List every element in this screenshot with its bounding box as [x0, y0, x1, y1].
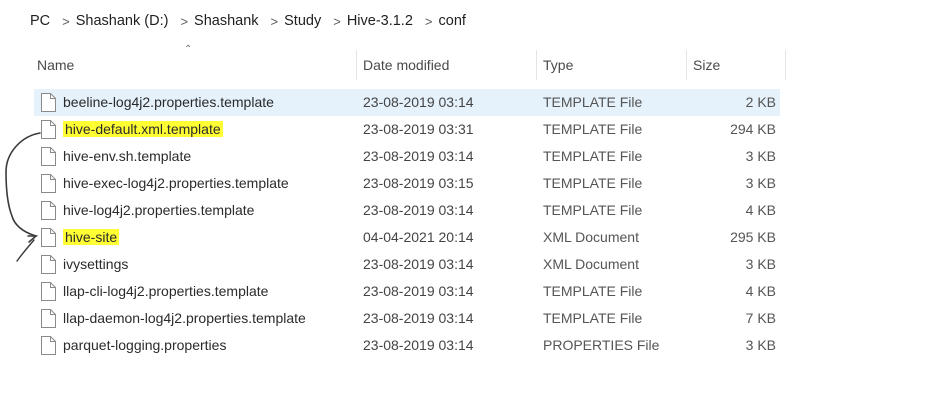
file-name[interactable]: hive-log4j2.properties.template: [63, 197, 254, 224]
file-size: 294 KB: [730, 121, 776, 137]
file-row[interactable]: hive-site 04-04-2021 20:14 XML Document 295…: [34, 224, 780, 251]
file-row[interactable]: beeline-log4j2.properties.template 23-08-…: [34, 89, 780, 116]
file-icon: [40, 228, 56, 247]
file-size: 3 KB: [745, 337, 776, 353]
file-name[interactable]: hive-env.sh.template: [63, 143, 191, 170]
file-name-text: parquet-logging.properties: [63, 337, 227, 353]
file-size: 4 KB: [745, 283, 776, 299]
file-row[interactable]: ivysettings 23-08-2019 03:14 XML Document 3…: [34, 251, 780, 278]
file-date: 23-08-2019 03:14: [363, 337, 474, 353]
column-divider[interactable]: [686, 50, 687, 80]
file-size: 3 KB: [745, 148, 776, 164]
file-date: 23-08-2019 03:14: [363, 94, 474, 110]
file-type: TEMPLATE File: [543, 202, 643, 218]
file-row[interactable]: llap-daemon-log4j2.properties.template 23…: [34, 305, 780, 332]
column-header-date[interactable]: Date modified: [363, 50, 533, 80]
breadcrumb-drive[interactable]: Shashank (D:): [76, 13, 169, 29]
file-row[interactable]: parquet-logging.properties 23-08-2019 03:…: [34, 332, 780, 359]
file-date: 23-08-2019 03:31: [363, 121, 474, 137]
highlighted-file-name: hive-default.xml.template: [63, 121, 223, 137]
file-row[interactable]: hive-log4j2.properties.template 23-08-201…: [34, 197, 780, 224]
file-icon: [40, 147, 56, 166]
file-name[interactable]: hive-exec-log4j2.properties.template: [63, 170, 289, 197]
file-name[interactable]: parquet-logging.properties: [63, 332, 226, 359]
file-size: 4 KB: [745, 202, 776, 218]
breadcrumb-folder[interactable]: Hive-3.1.2: [347, 13, 413, 29]
file-name-text: llap-daemon-log4j2.properties.template: [63, 310, 306, 326]
file-name-text: ivysettings: [63, 256, 129, 272]
breadcrumb-separator-icon[interactable]: >: [271, 14, 279, 29]
file-name[interactable]: hive-default.xml.template: [63, 116, 223, 143]
breadcrumb-separator-icon[interactable]: >: [333, 14, 341, 29]
file-name[interactable]: ivysettings: [63, 251, 128, 278]
breadcrumb-current[interactable]: conf: [439, 13, 466, 29]
column-header-type[interactable]: Type: [543, 50, 683, 80]
file-row[interactable]: hive-exec-log4j2.properties.template 23-0…: [34, 170, 780, 197]
file-type: XML Document: [543, 256, 639, 272]
file-date: 23-08-2019 03:15: [363, 175, 474, 191]
file-size: 7 KB: [745, 310, 776, 326]
column-header-row: Name Date modified Type Size: [30, 50, 786, 80]
file-row[interactable]: hive-env.sh.template 23-08-2019 03:14 TEMP…: [34, 143, 780, 170]
file-icon: [40, 174, 56, 193]
file-name-text: hive-log4j2.properties.template: [63, 202, 255, 218]
file-icon: [40, 336, 56, 355]
breadcrumb-separator-icon[interactable]: >: [62, 14, 70, 29]
file-icon: [40, 255, 56, 274]
file-type: PROPERTIES File: [543, 337, 660, 353]
file-name[interactable]: hive-site: [63, 224, 120, 251]
file-type: TEMPLATE File: [543, 310, 643, 326]
breadcrumb-folder[interactable]: Study: [284, 13, 321, 29]
file-date: 04-04-2021 20:14: [363, 229, 474, 245]
column-divider[interactable]: [785, 50, 786, 80]
file-type: TEMPLATE File: [543, 94, 643, 110]
file-date: 23-08-2019 03:14: [363, 283, 474, 299]
file-icon: [40, 120, 56, 139]
file-date: 23-08-2019 03:14: [363, 148, 474, 164]
file-type: TEMPLATE File: [543, 148, 643, 164]
column-divider[interactable]: [536, 50, 537, 80]
file-size: 2 KB: [745, 94, 776, 110]
file-name[interactable]: beeline-log4j2.properties.template: [63, 89, 274, 116]
file-name-text: hive-exec-log4j2.properties.template: [63, 175, 289, 191]
file-name-text: llap-cli-log4j2.properties.template: [63, 283, 269, 299]
file-date: 23-08-2019 03:14: [363, 256, 474, 272]
file-name[interactable]: llap-cli-log4j2.properties.template: [63, 278, 268, 305]
breadcrumb-separator-icon[interactable]: >: [425, 14, 433, 29]
file-row[interactable]: llap-cli-log4j2.properties.template 23-08…: [34, 278, 780, 305]
file-type: TEMPLATE File: [543, 175, 643, 191]
file-size: 295 KB: [730, 229, 776, 245]
file-icon: [40, 282, 56, 301]
file-row[interactable]: hive-default.xml.template 23-08-2019 03:3…: [34, 116, 780, 143]
column-header-size[interactable]: Size: [693, 50, 785, 80]
breadcrumb-separator-icon[interactable]: >: [180, 14, 188, 29]
breadcrumb-pc[interactable]: PC: [30, 13, 50, 29]
file-type: TEMPLATE File: [543, 283, 643, 299]
column-divider[interactable]: [356, 50, 357, 80]
file-size: 3 KB: [745, 256, 776, 272]
file-name[interactable]: llap-daemon-log4j2.properties.template: [63, 305, 306, 332]
breadcrumb-folder[interactable]: Shashank: [194, 13, 259, 29]
file-type: TEMPLATE File: [543, 121, 643, 137]
file-date: 23-08-2019 03:14: [363, 202, 474, 218]
highlighted-file-name: hive-site: [63, 229, 120, 245]
file-name-text: beeline-log4j2.properties.template: [63, 94, 274, 110]
file-icon: [40, 309, 56, 328]
file-icon: [40, 93, 56, 112]
column-header-name[interactable]: Name: [37, 50, 355, 80]
breadcrumb: PC > Shashank (D:) > Shashank > Study > …: [0, 8, 925, 34]
file-size: 3 KB: [745, 175, 776, 191]
file-type: XML Document: [543, 229, 639, 245]
file-name-text: hive-env.sh.template: [63, 148, 192, 164]
file-icon: [40, 201, 56, 220]
file-date: 23-08-2019 03:14: [363, 310, 474, 326]
